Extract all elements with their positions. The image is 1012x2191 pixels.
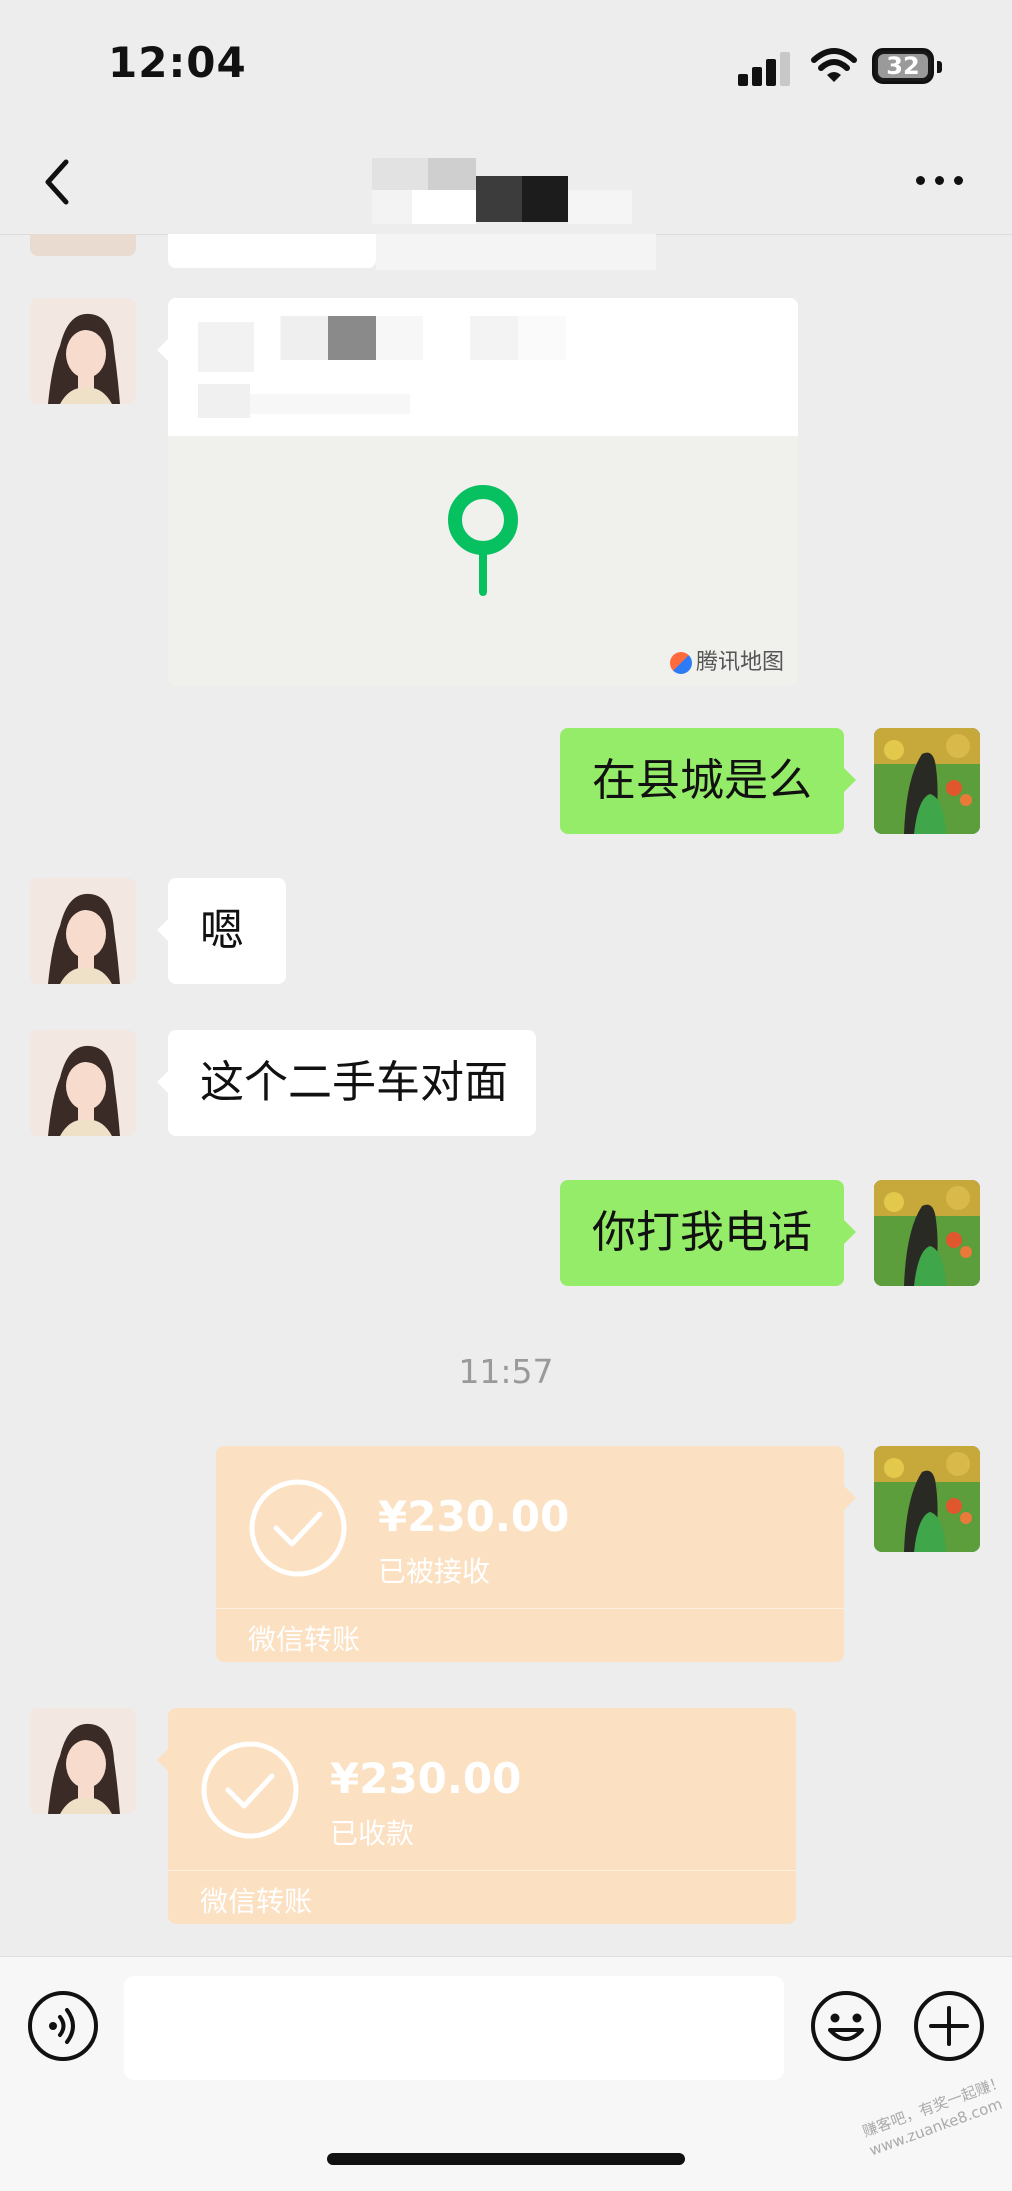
location-card[interactable]: 腾讯地图	[168, 298, 798, 686]
transfer-label: 微信转账	[200, 1885, 313, 1918]
location-pin-icon	[448, 485, 518, 596]
avatar[interactable]	[30, 298, 136, 404]
emoji-button[interactable]	[810, 1990, 882, 2062]
transfer-card-received[interactable]: ¥230.00 已收款 微信转账	[168, 1708, 796, 1924]
avatar[interactable]	[30, 1030, 136, 1136]
my-avatar[interactable]	[874, 728, 980, 834]
transfer-divider	[216, 1608, 844, 1609]
transfer-divider	[168, 1870, 796, 1871]
wifi-icon	[811, 48, 857, 82]
sent-message-bubble[interactable]: 你打我电话	[560, 1180, 844, 1286]
transfer-status: 已被接收	[378, 1555, 491, 1588]
transfer-card-sent[interactable]: ¥230.00 已被接收 微信转账	[216, 1446, 844, 1662]
transfer-status: 已收款	[330, 1817, 415, 1850]
check-circle-icon	[249, 1479, 347, 1577]
transfer-label: 微信转账	[248, 1623, 361, 1656]
tencent-map-logo-icon	[669, 652, 692, 674]
girl-avatar-icon	[30, 878, 136, 984]
girl-avatar-icon	[30, 1708, 136, 1814]
bubble-tail	[844, 1220, 856, 1244]
avatar[interactable]	[30, 878, 136, 984]
message-timestamp: 11:57	[458, 1352, 554, 1391]
battery-level: 32	[878, 54, 928, 78]
avatar[interactable]	[30, 234, 136, 256]
avatar[interactable]	[30, 1708, 136, 1814]
status-time: 12:04	[108, 38, 247, 87]
cellular-signal-icon	[738, 50, 792, 86]
map-credit-text: 腾讯地图	[695, 650, 784, 675]
check-circle-icon	[201, 1741, 299, 1839]
home-indicator[interactable]	[327, 2153, 685, 2165]
redaction-mosaic	[376, 234, 656, 270]
title-redaction-mosaic	[372, 158, 662, 224]
message-input[interactable]	[124, 1976, 784, 2080]
battery-icon: 32	[872, 48, 934, 84]
location-header	[168, 298, 798, 436]
girl-avatar-icon	[30, 1030, 136, 1136]
map-credit: 腾讯地图	[669, 644, 784, 676]
transfer-amount: ¥230.00	[378, 1492, 570, 1541]
more-options-button[interactable]	[910, 160, 970, 200]
back-button[interactable]	[34, 150, 82, 214]
girl-avatar-icon	[30, 298, 136, 404]
transfer-amount: ¥230.00	[330, 1754, 522, 1803]
partial-message-bubble[interactable]	[168, 234, 376, 268]
received-message-bubble[interactable]: 嗯	[168, 878, 286, 984]
my-avatar[interactable]	[874, 1446, 980, 1552]
bubble-tail	[844, 1486, 856, 1510]
field-avatar-icon	[874, 1446, 980, 1552]
more-functions-button[interactable]	[913, 1990, 985, 2062]
sent-message-bubble[interactable]: 在县城是么	[560, 728, 844, 834]
bubble-tail	[844, 768, 856, 792]
battery-tip	[937, 61, 942, 73]
voice-input-button[interactable]	[27, 1990, 99, 2062]
field-avatar-icon	[874, 728, 980, 834]
field-avatar-icon	[874, 1180, 980, 1286]
my-avatar[interactable]	[874, 1180, 980, 1286]
received-message-bubble[interactable]: 这个二手车对面	[168, 1030, 536, 1136]
